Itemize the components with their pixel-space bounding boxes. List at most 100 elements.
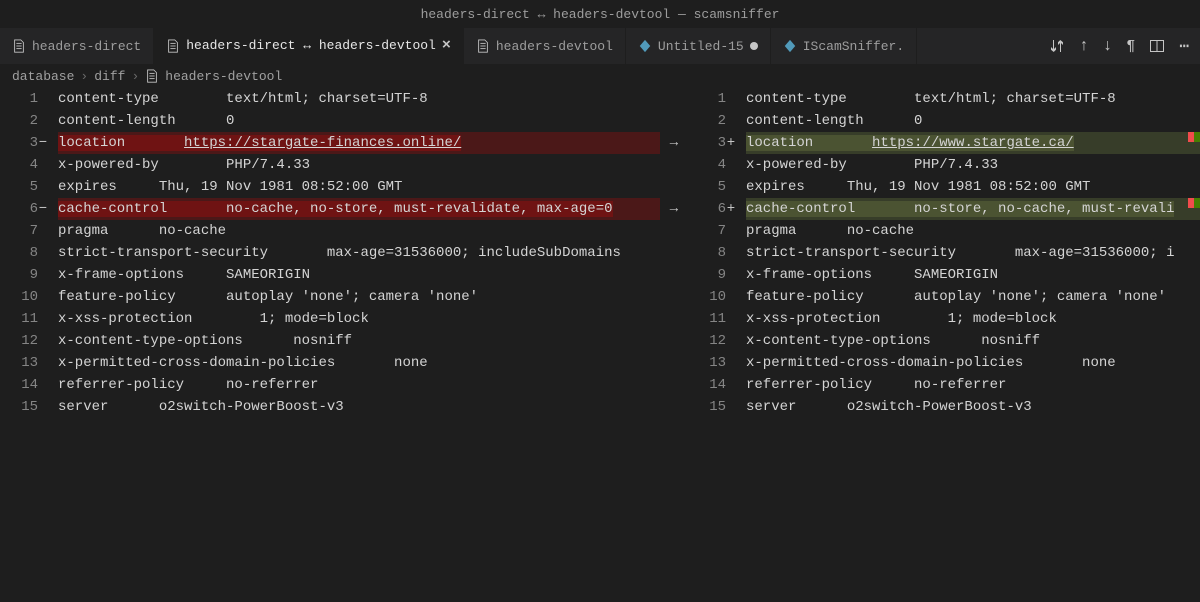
diff-right-pane[interactable]: 1 content-type text/html; charset=UTF-82… — [688, 88, 1200, 602]
code-line[interactable]: 8 strict-transport-security max-age=3153… — [688, 242, 1200, 264]
code-line[interactable]: 4 x-powered-by PHP/7.4.33 — [0, 154, 660, 176]
line-number[interactable]: 4 — [688, 154, 746, 176]
diff-arrow[interactable] — [660, 330, 688, 352]
line-number[interactable]: 6− — [0, 198, 58, 220]
code-line[interactable]: 11 x-xss-protection 1; mode=block — [0, 308, 660, 330]
line-number[interactable]: 15 — [0, 396, 58, 418]
next-change-icon[interactable]: ↓ — [1103, 37, 1113, 55]
line-number[interactable]: 5 — [0, 176, 58, 198]
diff-arrow[interactable] — [660, 176, 688, 198]
code-line[interactable]: 14 referrer-policy no-referrer — [0, 374, 660, 396]
line-number[interactable]: 2 — [688, 110, 746, 132]
compare-icon[interactable] — [1049, 38, 1065, 54]
code-line[interactable]: 7 pragma no-cache — [0, 220, 660, 242]
diff-arrow[interactable]: → — [660, 132, 688, 154]
diff-arrow[interactable] — [660, 352, 688, 374]
code-line[interactable]: 13 x-permitted-cross-domain-policies non… — [0, 352, 660, 374]
line-number[interactable]: 5 — [688, 176, 746, 198]
breadcrumb-seg[interactable]: database — [12, 69, 74, 84]
diff-arrow[interactable] — [660, 308, 688, 330]
line-number[interactable]: 8 — [688, 242, 746, 264]
line-number[interactable]: 12 — [0, 330, 58, 352]
code-line[interactable]: 6+cache-control no-store, no-cache, must… — [688, 198, 1200, 220]
code-line[interactable]: 10 feature-policy autoplay 'none'; camer… — [688, 286, 1200, 308]
diff-arrow[interactable] — [660, 154, 688, 176]
diff-arrow[interactable] — [660, 110, 688, 132]
line-number[interactable]: 11 — [688, 308, 746, 330]
tab[interactable]: IScamSniffer. — [771, 28, 917, 64]
line-number[interactable]: 10 — [688, 286, 746, 308]
line-number[interactable]: 2 — [0, 110, 58, 132]
tab[interactable]: Untitled-15 — [626, 28, 771, 64]
line-number[interactable]: 9 — [0, 264, 58, 286]
code-line[interactable]: 15 server o2switch-PowerBoost-v3 — [688, 396, 1200, 418]
more-actions-icon[interactable]: ⋯ — [1179, 36, 1190, 56]
line-number[interactable]: 3− — [0, 132, 58, 154]
code-line[interactable]: 4 x-powered-by PHP/7.4.33 — [688, 154, 1200, 176]
code-line[interactable]: 9 x-frame-options SAMEORIGIN — [688, 264, 1200, 286]
chevron-right-icon: › — [80, 69, 88, 84]
code-line[interactable]: 1 content-type text/html; charset=UTF-8 — [0, 88, 660, 110]
tab[interactable]: headers-direct — [0, 28, 154, 64]
code-line[interactable]: 5 expires Thu, 19 Nov 1981 08:52:00 GMT — [0, 176, 660, 198]
code-line[interactable]: 5 expires Thu, 19 Nov 1981 08:52:00 GMT — [688, 176, 1200, 198]
code-line[interactable]: 6−cache-control no-cache, no-store, must… — [0, 198, 660, 220]
diff-arrow[interactable] — [660, 264, 688, 286]
overview-marker-added[interactable] — [1194, 198, 1200, 208]
diff-arrow[interactable] — [660, 396, 688, 418]
line-number[interactable]: 10 — [0, 286, 58, 308]
code-line[interactable]: 2 content-length 0 — [688, 110, 1200, 132]
line-number[interactable]: 13 — [0, 352, 58, 374]
close-icon[interactable]: × — [442, 38, 451, 53]
diff-arrow[interactable] — [660, 242, 688, 264]
overview-marker-added[interactable] — [1194, 132, 1200, 142]
diff-arrow[interactable]: → — [660, 198, 688, 220]
line-number[interactable]: 4 — [0, 154, 58, 176]
line-number[interactable]: 3+ — [688, 132, 746, 154]
url-link[interactable]: https://stargate-finances.online/ — [184, 135, 461, 151]
line-number[interactable]: 1 — [688, 88, 746, 110]
diff-editor[interactable]: 1 content-type text/html; charset=UTF-82… — [0, 88, 1200, 602]
line-number[interactable]: 14 — [0, 374, 58, 396]
code-line[interactable]: 1 content-type text/html; charset=UTF-8 — [688, 88, 1200, 110]
code-line[interactable]: 2 content-length 0 — [0, 110, 660, 132]
line-number[interactable]: 6+ — [688, 198, 746, 220]
line-number[interactable]: 12 — [688, 330, 746, 352]
breadcrumb-seg[interactable]: diff — [94, 69, 125, 84]
prev-change-icon[interactable]: ↑ — [1079, 37, 1089, 55]
code-line[interactable]: 12 x-content-type-options nosniff — [688, 330, 1200, 352]
code-line[interactable]: 7 pragma no-cache — [688, 220, 1200, 242]
line-number[interactable]: 9 — [688, 264, 746, 286]
code-line[interactable]: 11 x-xss-protection 1; mode=block — [688, 308, 1200, 330]
code-line[interactable]: 8 strict-transport-security max-age=3153… — [0, 242, 660, 264]
line-number[interactable]: 1 — [0, 88, 58, 110]
code-line[interactable]: 10 feature-policy autoplay 'none'; camer… — [0, 286, 660, 308]
line-number[interactable]: 7 — [688, 220, 746, 242]
line-number[interactable]: 11 — [0, 308, 58, 330]
whitespace-icon[interactable]: ¶ — [1126, 38, 1135, 55]
code-line[interactable]: 15 server o2switch-PowerBoost-v3 — [0, 396, 660, 418]
line-number[interactable]: 15 — [688, 396, 746, 418]
tab[interactable]: headers-direct ↔ headers-devtool× — [154, 28, 464, 64]
code-line[interactable]: 13 x-permitted-cross-domain-policies non… — [688, 352, 1200, 374]
line-number[interactable]: 7 — [0, 220, 58, 242]
tab[interactable]: headers-devtool — [464, 28, 626, 64]
code-line[interactable]: 12 x-content-type-options nosniff — [0, 330, 660, 352]
line-number[interactable]: 14 — [688, 374, 746, 396]
diff-arrow[interactable] — [660, 374, 688, 396]
diff-arrow[interactable] — [660, 88, 688, 110]
diff-left-pane[interactable]: 1 content-type text/html; charset=UTF-82… — [0, 88, 660, 602]
code-line[interactable]: 3−location https://stargate-finances.onl… — [0, 132, 660, 154]
code-line[interactable]: 3+location https://www.stargate.ca/ — [688, 132, 1200, 154]
url-link[interactable]: https://www.stargate.ca/ — [872, 135, 1074, 151]
breadcrumb[interactable]: database › diff › headers-devtool — [0, 64, 1200, 88]
breadcrumb-seg[interactable]: headers-devtool — [165, 69, 282, 84]
overview-ruler[interactable] — [1186, 88, 1200, 602]
diff-arrow[interactable] — [660, 220, 688, 242]
code-line[interactable]: 14 referrer-policy no-referrer — [688, 374, 1200, 396]
diff-arrow[interactable] — [660, 286, 688, 308]
code-line[interactable]: 9 x-frame-options SAMEORIGIN — [0, 264, 660, 286]
line-number[interactable]: 8 — [0, 242, 58, 264]
split-layout-icon[interactable] — [1149, 38, 1165, 54]
line-number[interactable]: 13 — [688, 352, 746, 374]
